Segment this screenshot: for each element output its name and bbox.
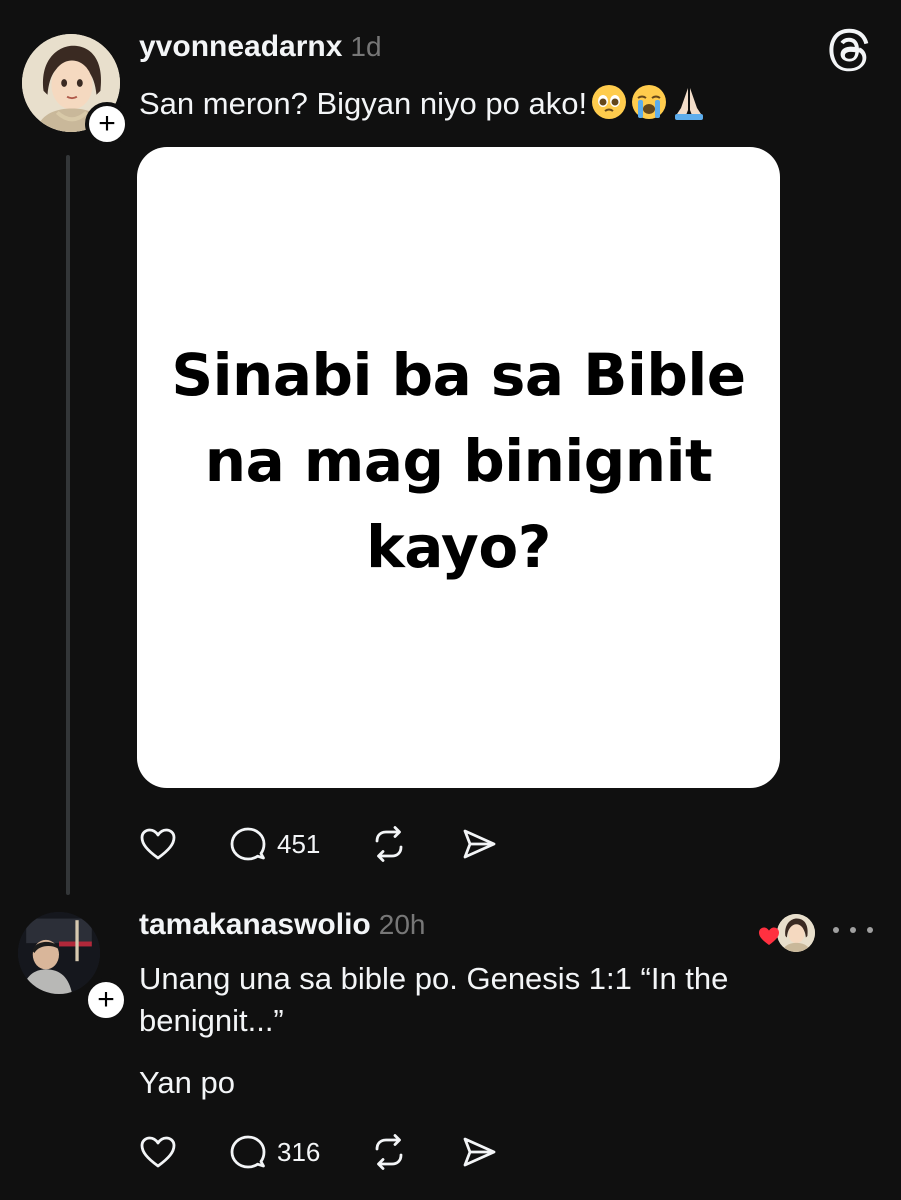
heart-icon: [140, 828, 176, 860]
image-text-line-1: Sinabi ba sa Bible: [171, 340, 746, 409]
heart-icon: [140, 1136, 176, 1168]
threads-icon[interactable]: [829, 28, 873, 72]
folded-hands-icon: [671, 84, 707, 120]
reply-count: 451: [277, 828, 321, 859]
like-button[interactable]: [137, 1130, 179, 1174]
repost-button[interactable]: [368, 822, 410, 866]
loudly-crying-face-icon: [631, 84, 667, 120]
comment-icon: [230, 1135, 266, 1169]
reply-text: Unang una sa bible po. Genesis 1:1 “In t…: [139, 961, 738, 1038]
image-text-line-3: kayo?: [366, 512, 551, 581]
thread-line: [66, 155, 70, 895]
comment-button[interactable]: 451: [227, 822, 320, 866]
comment-button[interactable]: 316: [227, 1130, 320, 1174]
follow-button[interactable]: +: [84, 978, 128, 1022]
post-actions: 451: [137, 822, 548, 866]
image-text-line-2: na mag binignit: [204, 426, 713, 495]
replier-username-row: tamakanaswolio 20h: [139, 908, 425, 942]
replier-avatar[interactable]: [18, 912, 100, 994]
liked-by-author-indicator: [759, 914, 815, 954]
comment-icon: [230, 827, 266, 861]
reply-count: 316: [277, 1136, 321, 1167]
repost-icon: [375, 826, 403, 862]
repost-icon: [375, 1134, 403, 1170]
liked-by-avatar: [777, 914, 815, 952]
more-icon[interactable]: [833, 914, 873, 946]
share-button[interactable]: [458, 1130, 500, 1174]
pleading-face-icon: [591, 84, 627, 120]
image-text: Sinabi ba sa Bible na mag binignit kayo?: [171, 332, 746, 590]
share-icon: [463, 1137, 496, 1167]
repost-button[interactable]: [368, 1130, 410, 1174]
follow-button[interactable]: +: [85, 102, 129, 146]
reply-text-2: Yan po: [139, 1065, 235, 1100]
post-timestamp: 1d: [350, 31, 382, 62]
like-button[interactable]: [137, 822, 179, 866]
share-button[interactable]: [458, 822, 500, 866]
post-text-row: San meron? Bigyan niyo po ako!: [139, 83, 707, 125]
main-post: + yvonneadarnx 1d San meron? Bigyan niyo …: [0, 0, 901, 895]
author-username-row: yvonneadarnx 1d: [139, 30, 382, 64]
share-icon: [463, 829, 496, 859]
reply-timestamp: 20h: [378, 909, 426, 940]
reply-actions: 316: [137, 1130, 548, 1174]
red-heart-icon: [759, 927, 779, 945]
post-text: San meron? Bigyan niyo po ako!: [139, 86, 588, 121]
author-username[interactable]: yvonneadarnx: [139, 30, 342, 63]
post-image[interactable]: Sinabi ba sa Bible na mag binignit kayo?: [137, 147, 780, 788]
reply-post: + tamakanaswolio 20h Unang una sa bible p…: [0, 890, 901, 1200]
replier-username[interactable]: tamakanaswolio: [139, 908, 371, 941]
